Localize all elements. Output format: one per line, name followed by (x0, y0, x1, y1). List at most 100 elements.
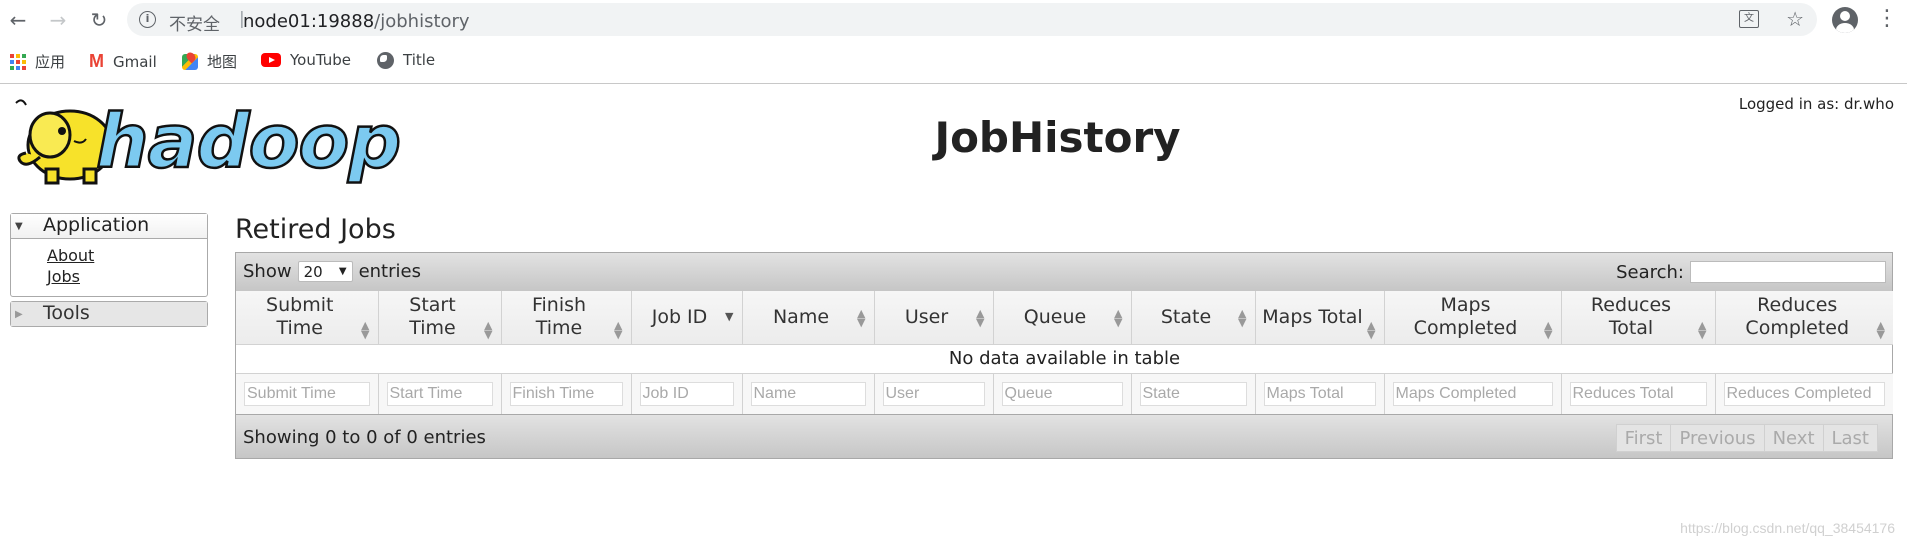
dropdown-arrow-icon: ▼ (338, 266, 347, 277)
column-header[interactable]: User ▲ ▼ (874, 291, 994, 345)
maps-icon (182, 53, 198, 70)
youtube-icon (261, 53, 281, 67)
filter-input[interactable]: Queue (1001, 381, 1123, 406)
section-title: Retired Jobs (235, 214, 396, 245)
filter-input[interactable]: Maps Completed (1392, 381, 1553, 406)
application-header[interactable]: ▼ Application (11, 214, 207, 238)
page-title: JobHistory (934, 113, 1181, 162)
about-link[interactable]: About (47, 245, 207, 266)
jobs-link[interactable]: Jobs (47, 266, 207, 287)
address-bar[interactable]: i 不安全 | node01:19888/jobhistory 文 ☆ (127, 3, 1817, 36)
column-label: Finish Time (531, 294, 587, 340)
column-header[interactable]: Maps Total ▲ ▼ (1255, 291, 1385, 345)
bookmark-apps[interactable]: 应用 (10, 51, 65, 72)
filter-cell: Reduces Completed (1715, 373, 1893, 414)
table-footer: Showing 0 to 0 of 0 entries First Previo… (236, 414, 1892, 458)
apps-icon (10, 53, 26, 70)
column-label: Job ID (651, 305, 708, 328)
bookmarks-bar: 应用 M Gmail 地图 YouTube Title (0, 40, 1907, 84)
sort-icon: ▲ ▼ (857, 307, 866, 329)
tools-section: ▶ Tools (10, 301, 208, 327)
column-label: Maps Total (1262, 305, 1363, 328)
filter-input[interactable]: Maps Total (1263, 381, 1376, 406)
filter-input[interactable]: Job ID (639, 381, 734, 406)
filter-cell: Queue (993, 373, 1132, 414)
filter-input[interactable]: Submit Time (244, 381, 370, 406)
show-label: Show (243, 261, 292, 282)
filter-row: Submit Time Start Time Finish Time Job I… (236, 373, 1893, 414)
column-header[interactable]: Start Time ▲ ▼ (378, 291, 502, 345)
last-button[interactable]: Last (1822, 424, 1878, 452)
security-label[interactable]: 不安全 (169, 10, 220, 35)
column-header[interactable]: Queue ▲ ▼ (993, 291, 1132, 345)
globe-icon (377, 51, 394, 69)
filter-cell: State (1131, 373, 1256, 414)
info-icon[interactable]: i (139, 11, 156, 28)
sort-icon: ▲ ▼ (1544, 318, 1553, 341)
application-label: Application (43, 214, 150, 236)
previous-button[interactable]: Previous (1670, 424, 1765, 452)
first-button[interactable]: First (1615, 424, 1672, 452)
filter-input[interactable]: User (882, 381, 985, 406)
search-input[interactable] (1690, 261, 1886, 283)
filter-input[interactable]: Reduces Completed (1723, 381, 1885, 406)
bookmark-label: 地图 (207, 53, 238, 71)
next-button[interactable]: Next (1763, 424, 1824, 452)
back-icon[interactable]: ← (4, 6, 32, 34)
column-header[interactable]: Finish Time ▲ ▼ (501, 291, 632, 345)
filter-cell: User (874, 373, 994, 414)
star-icon[interactable]: ☆ (1786, 7, 1804, 31)
filter-cell: Reduces Total (1561, 373, 1716, 414)
url-host: node01:19888 (243, 11, 375, 32)
column-label: Queue (1023, 305, 1087, 328)
column-header[interactable]: Name ▲ ▼ (742, 291, 875, 345)
search-label: Search: (1616, 261, 1684, 283)
profile-icon[interactable] (1832, 7, 1858, 33)
sort-desc-icon: ▼ (725, 310, 734, 323)
column-header[interactable]: Maps Completed ▲ ▼ (1384, 291, 1562, 345)
url-text[interactable]: node01:19888/jobhistory (243, 11, 470, 32)
bookmark-title[interactable]: Title (377, 51, 435, 69)
menu-icon[interactable]: ⋮ (1876, 6, 1898, 32)
filter-input[interactable]: Reduces Total (1569, 381, 1707, 406)
bookmark-label: YouTube (290, 51, 351, 69)
page-size-value: 20 (303, 262, 323, 281)
column-label: User (904, 305, 949, 328)
sidebar: ▼ Application About Jobs ▶ Tools (10, 213, 208, 331)
sort-icon: ▲ ▼ (614, 318, 623, 341)
forward-icon[interactable]: → (44, 6, 72, 34)
column-label: Maps Completed (1413, 294, 1518, 340)
empty-row: No data available in table (236, 344, 1893, 374)
entries-label: entries (358, 261, 421, 282)
main-content: Retired Jobs Show 20 ▼ entries Search: S… (235, 212, 1893, 459)
logged-in-label: Logged in as: dr.who (1738, 95, 1894, 113)
bookmark-gmail[interactable]: M Gmail (89, 51, 157, 72)
browser-toolbar: ← → ↻ i 不安全 | node01:19888/jobhistory 文 … (0, 0, 1907, 40)
pagination: First Previous Next Last (1615, 424, 1878, 452)
jobs-table: Submit Time ▲ ▼ Start Time ▲ ▼ Finish Time ▲ ▼… (236, 291, 1893, 414)
bookmark-maps[interactable]: 地图 (182, 51, 237, 72)
jobs-table-wrapper: Show 20 ▼ entries Search: Submit Time ▲ … (235, 252, 1893, 459)
column-label: Reduces Completed (1745, 294, 1850, 340)
column-header[interactable]: Reduces Total ▲ ▼ (1561, 291, 1716, 345)
filter-input[interactable]: Name (750, 381, 866, 406)
search-control: Search: (1616, 261, 1886, 283)
bookmark-youtube[interactable]: YouTube (261, 51, 351, 69)
page-size-select[interactable]: 20 ▼ (297, 261, 353, 282)
filter-input[interactable]: Finish Time (509, 381, 623, 406)
column-label: Name (772, 305, 830, 328)
translate-icon[interactable]: 文 (1739, 10, 1759, 28)
column-header[interactable]: Job ID ▼ (631, 291, 743, 345)
sort-icon: ▲ ▼ (361, 318, 370, 341)
sort-icon: ▲ ▼ (1876, 318, 1885, 341)
filter-input[interactable]: Start Time (386, 381, 493, 406)
table-header-row: Submit Time ▲ ▼ Start Time ▲ ▼ Finish Time ▲ ▼… (236, 291, 1893, 345)
column-header[interactable]: Submit Time ▲ ▼ (236, 291, 379, 345)
reload-icon[interactable]: ↻ (85, 6, 113, 34)
column-header[interactable]: State ▲ ▼ (1131, 291, 1256, 345)
bookmark-label: Gmail (113, 52, 157, 71)
tools-header[interactable]: ▶ Tools (11, 302, 207, 326)
filter-cell: Finish Time (501, 373, 632, 414)
filter-input[interactable]: State (1139, 381, 1247, 406)
column-header[interactable]: Reduces Completed ▲ ▼ (1715, 291, 1893, 345)
